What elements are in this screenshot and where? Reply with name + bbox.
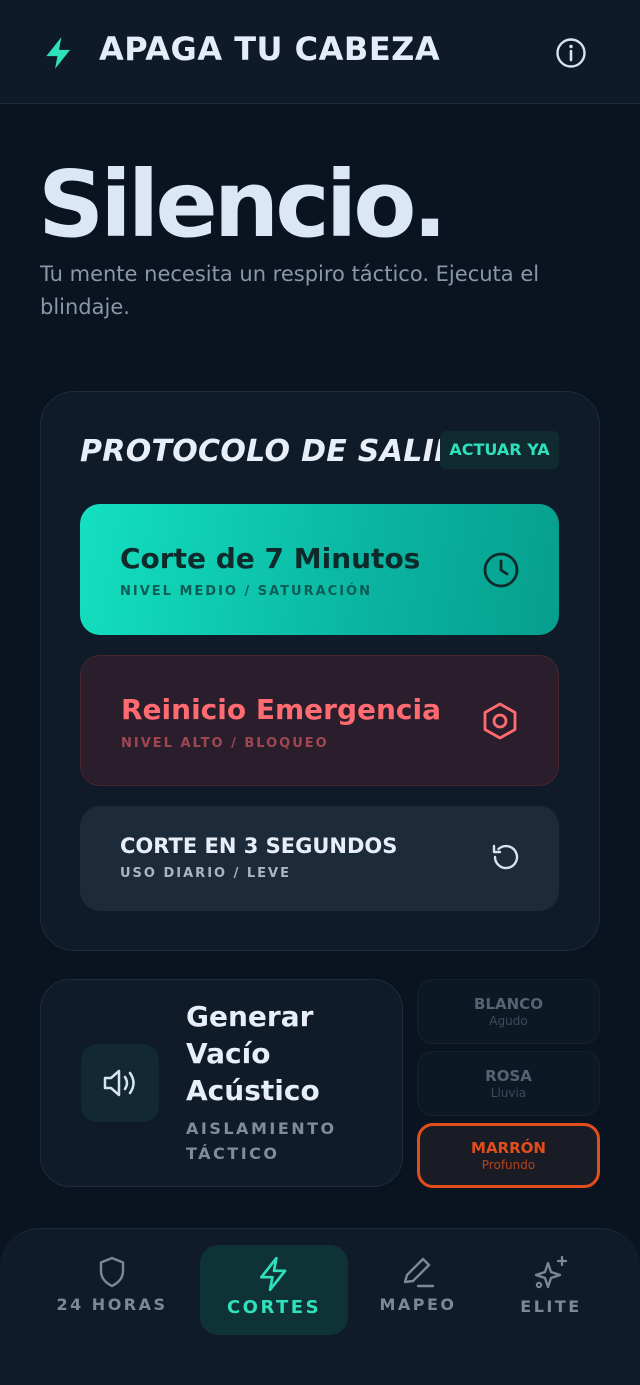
option-title: Corte de 7 Minutos (120, 542, 421, 575)
option-title: Reinicio Emergencia (121, 693, 442, 726)
noise-pink-button[interactable]: ROSA Lluvia (417, 1051, 600, 1116)
nav-label: CORTES (226, 1297, 322, 1318)
noise-brown-button[interactable]: MARRÓN Profundo (417, 1123, 600, 1188)
app-title: APAGA TU CABEZA (99, 30, 441, 68)
nav-label: 24 HORAS (56, 1295, 168, 1314)
nav-item-elite[interactable]: ELITE (512, 1245, 590, 1335)
speaker-icon (103, 1069, 135, 1097)
clock-icon (483, 552, 519, 588)
noise-name: MARRÓN (471, 1139, 546, 1157)
noise-desc: Profundo (481, 1158, 536, 1172)
act-now-badge: ACTUAR YA (440, 431, 559, 469)
bolt-icon (46, 37, 71, 69)
noise-white-button[interactable]: BLANCO Agudo (417, 979, 600, 1044)
option-subtitle: USO DIARIO / LEVE (120, 866, 291, 881)
nav-label: MAPEO (379, 1295, 457, 1314)
noise-name: ROSA (485, 1067, 532, 1085)
hexagon-icon (483, 702, 517, 740)
nav-label: ELITE (520, 1297, 582, 1316)
noise-desc: Agudo (489, 1014, 528, 1028)
sparkles-icon (534, 1255, 568, 1289)
nav-item-cortes[interactable]: CORTES (200, 1245, 348, 1335)
emergency-reset-button[interactable]: Reinicio Emergencia NIVEL ALTO / BLOQUEO (80, 655, 559, 786)
noise-desc: Lluvia (490, 1086, 527, 1100)
hero-subtitle: Tu mente necesita un respiro táctico. Ej… (40, 262, 540, 319)
rotate-icon (492, 844, 519, 870)
acoustic-void-subtitle: AISLAMIENTO TÁCTICO (186, 1119, 337, 1163)
noise-name: BLANCO (474, 995, 543, 1013)
nav-item-24-horas[interactable]: 24 HORAS (52, 1245, 172, 1335)
option-subtitle: NIVEL ALTO / BLOQUEO (121, 736, 329, 751)
three-second-cut-button[interactable]: CORTE EN 3 SEGUNDOS USO DIARIO / LEVE (80, 806, 559, 911)
bolt-icon (259, 1256, 287, 1292)
protocol-title: PROTOCOLO DE SALIDA (80, 434, 483, 469)
option-title: CORTE EN 3 SEGUNDOS (120, 834, 398, 858)
seven-minute-cut-button[interactable]: Corte de 7 Minutos NIVEL MEDIO / SATURAC… (80, 504, 559, 635)
shield-icon (99, 1256, 125, 1288)
info-icon[interactable] (553, 35, 589, 71)
pencil-icon (403, 1257, 435, 1288)
speaker-button[interactable] (81, 1044, 159, 1122)
acoustic-void-title: Generar Vacío Acústico (186, 1000, 320, 1107)
nav-item-mapeo[interactable]: MAPEO (372, 1245, 464, 1335)
option-subtitle: NIVEL MEDIO / SATURACIÓN (120, 584, 372, 599)
hero-title: Silencio. (38, 151, 447, 258)
